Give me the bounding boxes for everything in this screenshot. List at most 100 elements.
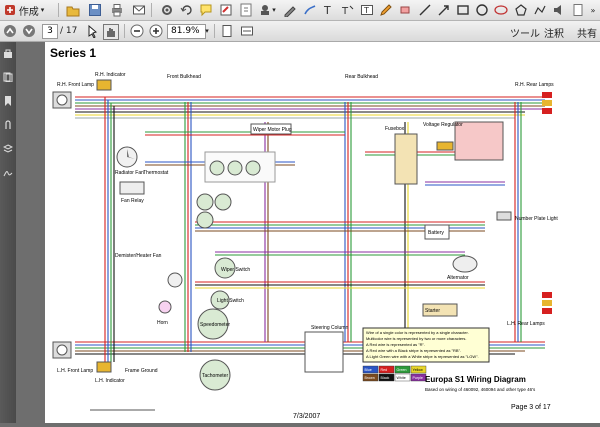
note-line: A Red wire with a Black stripe is repres… bbox=[366, 348, 461, 353]
svg-text:T: T bbox=[323, 4, 331, 17]
zoom-input[interactable]: 81.9% bbox=[167, 24, 206, 39]
legend-label: Yellow bbox=[413, 368, 424, 372]
comment-tab[interactable]: 注釈 bbox=[544, 25, 564, 40]
demister-fan bbox=[167, 272, 183, 288]
note-line: A Red wire is represented as "R". bbox=[366, 342, 425, 347]
chevron-down-icon[interactable]: ▾ bbox=[271, 3, 277, 17]
legend-label: Green bbox=[397, 368, 407, 372]
divider bbox=[151, 3, 152, 17]
overflow-icon[interactable]: » bbox=[588, 3, 598, 17]
fit-width-icon[interactable] bbox=[240, 24, 254, 38]
polygon-icon[interactable] bbox=[514, 3, 528, 17]
cloud-icon[interactable] bbox=[494, 3, 508, 17]
svg-text:T: T bbox=[363, 6, 369, 15]
radiator-fan-label: Radiator Fan bbox=[115, 170, 144, 176]
legend-label: Black bbox=[381, 376, 390, 380]
polyline-icon[interactable] bbox=[533, 3, 547, 17]
fan-relay-label: Fan Relay bbox=[121, 198, 144, 204]
wiper-motor-plug-label: Wiper Motor Plug bbox=[253, 127, 292, 133]
zoom-out-icon[interactable] bbox=[130, 24, 144, 38]
print-icon[interactable] bbox=[110, 3, 124, 17]
divider bbox=[124, 24, 125, 38]
create-menu[interactable]: 作成 ▾ bbox=[2, 3, 46, 18]
thermostat-label: Thermostat bbox=[143, 170, 169, 176]
mail-icon[interactable] bbox=[132, 3, 146, 17]
fusebox bbox=[394, 133, 418, 185]
battery-label: Battery bbox=[428, 230, 444, 236]
light-switch-label: Light Switch bbox=[217, 298, 244, 304]
attach-icon[interactable] bbox=[239, 3, 253, 17]
alternator bbox=[452, 255, 478, 273]
share-tab[interactable]: 共有 bbox=[577, 25, 597, 40]
legend-label: White bbox=[397, 376, 406, 380]
stamp-icon[interactable] bbox=[258, 3, 272, 17]
pages-icon[interactable] bbox=[3, 72, 13, 82]
file-icon[interactable] bbox=[571, 3, 585, 17]
arrow-icon[interactable] bbox=[437, 3, 451, 17]
callout-icon[interactable]: T bbox=[341, 3, 355, 17]
speedometer-label: Speedometer bbox=[200, 322, 230, 328]
rh-front-lamp bbox=[52, 91, 72, 109]
rh-rear-lamps bbox=[542, 92, 552, 114]
circle-icon[interactable] bbox=[475, 3, 489, 17]
page-total: / 17 bbox=[60, 26, 78, 36]
rh-rear-lamps-label: R.H. Rear Lamps bbox=[515, 82, 554, 88]
textbox-icon[interactable]: T bbox=[360, 3, 374, 17]
page-number-input[interactable]: 3 bbox=[42, 24, 58, 39]
save-icon[interactable] bbox=[88, 3, 102, 17]
pencil-icon[interactable] bbox=[379, 3, 393, 17]
previous-page-icon[interactable] bbox=[3, 24, 17, 38]
zoom-in-icon[interactable] bbox=[149, 24, 163, 38]
draw-icon[interactable] bbox=[303, 3, 317, 17]
select-icon[interactable] bbox=[86, 24, 100, 38]
text-icon[interactable]: T bbox=[322, 3, 336, 17]
sign-icon[interactable] bbox=[283, 3, 297, 17]
highlight-icon[interactable] bbox=[219, 3, 233, 17]
settings-icon[interactable] bbox=[160, 3, 174, 17]
demister-label: Demister/Heater Fan bbox=[115, 253, 162, 259]
relay-box bbox=[436, 141, 454, 151]
starter-label: Starter bbox=[425, 308, 440, 314]
tachometer-label: Tachometer bbox=[202, 373, 228, 379]
tools-tab[interactable]: ツール bbox=[510, 25, 540, 40]
frame-ground-label: Frame Ground bbox=[125, 368, 158, 374]
wiper-switch-label: Wiper Switch bbox=[221, 267, 250, 273]
fan-relay bbox=[119, 181, 145, 195]
main-toolbar: 作成 ▾ ▾ T T T » bbox=[0, 0, 600, 21]
comment-icon[interactable] bbox=[199, 3, 213, 17]
hand-icon[interactable] bbox=[103, 24, 119, 40]
color-legend: Blue Red Green Yellow Brown Black White Purple bbox=[362, 365, 427, 382]
signature-icon[interactable] bbox=[3, 168, 13, 178]
sound-icon[interactable] bbox=[552, 3, 566, 17]
gauge-cluster bbox=[196, 151, 276, 229]
navigation-pane bbox=[0, 42, 16, 423]
chevron-down-icon[interactable]: ▾ bbox=[203, 24, 211, 38]
document-page: Series 1 R.H. Front Lamp R.H. Indicator … bbox=[45, 42, 600, 423]
rh-front-lamp-label: R.H. Front Lamp bbox=[57, 82, 94, 88]
fit-page-icon[interactable] bbox=[220, 24, 234, 38]
next-page-icon[interactable] bbox=[22, 24, 36, 38]
layers-icon[interactable] bbox=[3, 144, 13, 154]
fusebox-label: Fusebox bbox=[385, 126, 405, 132]
number-plate-light bbox=[496, 211, 512, 221]
legend-label: Purple bbox=[413, 376, 423, 380]
eraser-icon[interactable] bbox=[398, 3, 412, 17]
lh-rear-lamps bbox=[542, 292, 552, 314]
voltage-regulator-label: Voltage Regulator bbox=[423, 122, 463, 128]
folder-open-icon[interactable] bbox=[66, 3, 80, 17]
series-title: Series 1 bbox=[50, 46, 96, 60]
attachment-icon[interactable] bbox=[3, 120, 13, 130]
legend-label: Brown bbox=[365, 376, 375, 380]
legend-label: Red bbox=[381, 368, 388, 372]
note-line: A Light Green wire with a White stripe i… bbox=[366, 354, 479, 359]
divider bbox=[58, 3, 59, 17]
bookmark-icon[interactable] bbox=[3, 96, 13, 106]
lock-icon[interactable] bbox=[3, 48, 13, 58]
lh-rear-lamps-label: L.H. Rear Lamps bbox=[507, 321, 545, 327]
date-label: 7/3/2007 bbox=[293, 413, 320, 420]
line-icon[interactable] bbox=[418, 3, 432, 17]
rear-bulkhead-label: Rear Bulkhead bbox=[345, 74, 378, 80]
undo-icon[interactable] bbox=[180, 3, 194, 17]
steering-column bbox=[304, 331, 344, 373]
rectangle-icon[interactable] bbox=[456, 3, 470, 17]
